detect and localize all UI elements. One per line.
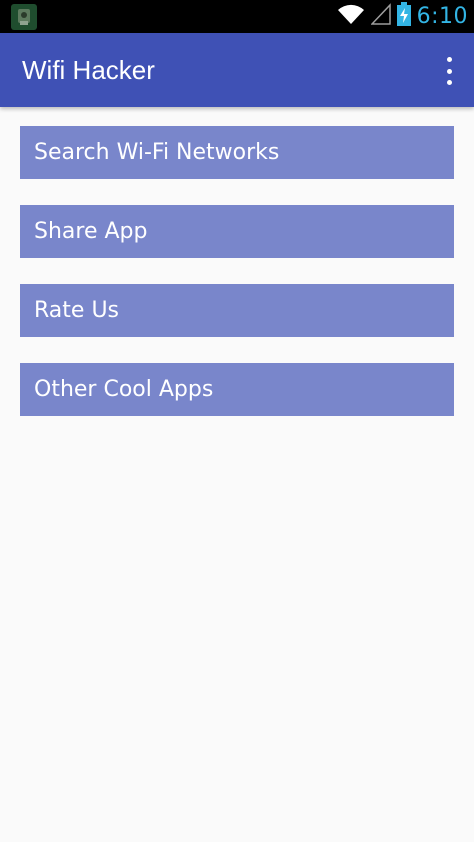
page-title: Wifi Hacker xyxy=(22,55,155,85)
overflow-dot xyxy=(446,57,452,62)
signal-icon xyxy=(369,3,391,30)
app-thumbnail-icon xyxy=(11,4,37,30)
main-menu: Search Wi-Fi Networks Share App Rate Us … xyxy=(20,126,454,442)
status-icons: 6:10 xyxy=(337,0,468,33)
status-clock: 6:10 xyxy=(416,4,468,29)
app-bar: Wifi Hacker xyxy=(0,33,474,107)
overflow-dot xyxy=(446,80,452,85)
other-cool-apps-button[interactable]: Other Cool Apps xyxy=(20,363,454,416)
share-app-button[interactable]: Share App xyxy=(20,205,454,258)
wifi-icon xyxy=(337,3,365,30)
status-bar: 6:10 xyxy=(0,0,474,33)
battery-charging-icon xyxy=(396,2,411,31)
more-vert-icon[interactable] xyxy=(442,57,456,85)
search-wifi-networks-button[interactable]: Search Wi-Fi Networks xyxy=(20,126,454,179)
overflow-dot xyxy=(446,68,452,74)
rate-us-button[interactable]: Rate Us xyxy=(20,284,454,337)
